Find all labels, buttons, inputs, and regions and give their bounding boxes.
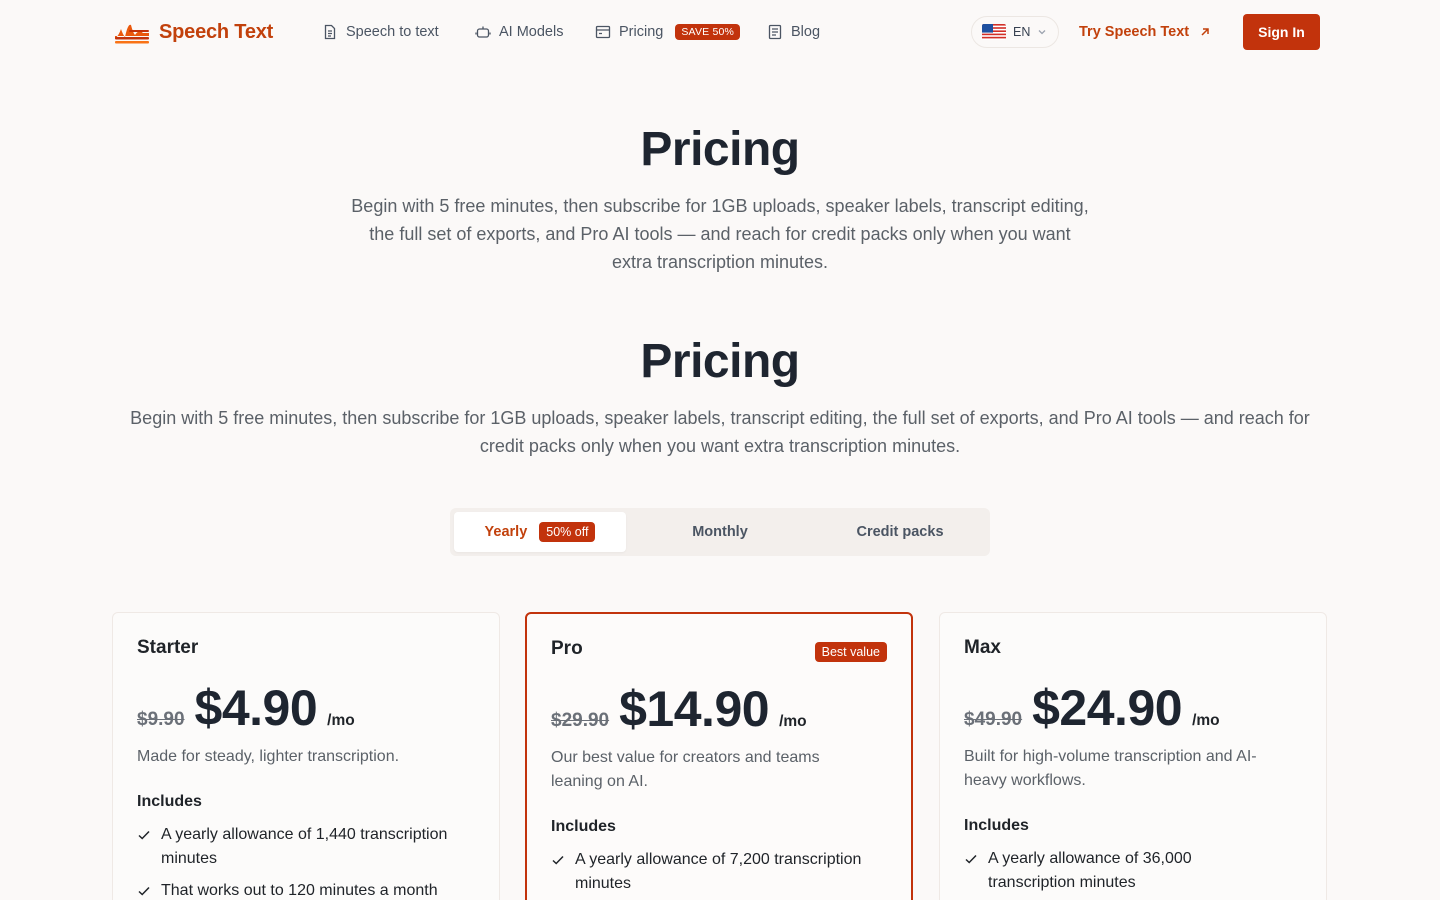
current-price: $4.90	[194, 680, 318, 736]
hero-subtitle-line: the full set of exports, and Pro AI tool…	[369, 224, 1071, 244]
original-price: $49.90	[964, 709, 1023, 730]
nav-link-label: Pricing	[619, 24, 664, 40]
logo[interactable]: Speech Text	[113, 18, 273, 46]
blog-icon	[768, 24, 782, 40]
nav-link-label: Blog	[791, 24, 821, 40]
includes-heading: Includes	[551, 818, 616, 835]
plan-card-max: Max $49.90 $24.90 /mo Built for high-vol…	[939, 612, 1327, 900]
current-price: $14.90	[619, 681, 770, 737]
plan-name: Max	[964, 637, 1001, 658]
plan-description: Built for high-volume transcription and …	[964, 745, 1302, 793]
feature-item: That works out to 120 minutes a month	[137, 879, 475, 900]
nav-blog[interactable]: Blog	[767, 20, 820, 44]
language-selector[interactable]: EN	[971, 16, 1059, 48]
price-period: /mo	[779, 713, 807, 730]
hero-title: Pricing	[640, 123, 800, 176]
current-price: $24.90	[1032, 680, 1183, 736]
price-period: /mo	[1192, 712, 1220, 729]
nav-ai-models[interactable]: AI Models	[475, 20, 563, 44]
tab-yearly[interactable]: Yearly 50% off	[454, 512, 626, 552]
pricing-icon	[595, 25, 611, 39]
brand-name: Speech Text	[159, 20, 274, 43]
feature-text: A yearly allowance of 7,200 transcriptio…	[575, 851, 862, 868]
section-title: Pricing	[640, 335, 800, 388]
plan-name: Starter	[137, 637, 199, 658]
us-flag-icon	[982, 24, 1006, 40]
original-price: $9.90	[137, 709, 185, 730]
feature-text: A yearly allowance of 36,000	[988, 850, 1192, 867]
discount-badge: 50% off	[539, 522, 596, 542]
top-navigation: Speech Text Speech to text AI Models Pri…	[0, 0, 1440, 64]
hero-subtitle: Begin with 5 free minutes, then subscrib…	[320, 192, 1120, 276]
tab-label: Yearly	[484, 524, 528, 540]
feature-text: transcription minutes	[988, 874, 1136, 891]
price-row: $29.90 $14.90 /mo	[551, 680, 887, 737]
check-icon	[138, 886, 150, 896]
try-speech-text-link[interactable]: Try Speech Text	[1079, 20, 1211, 44]
hero-subtitle-line: extra transcription minutes.	[611, 252, 829, 272]
sign-in-button[interactable]: Sign In	[1243, 14, 1320, 50]
tab-credit-packs[interactable]: Credit packs	[814, 512, 986, 552]
plan-description: Our best value for creators and teams le…	[551, 746, 887, 794]
feature-text: A yearly allowance of 1,440 transcriptio…	[161, 826, 448, 843]
price-row: $49.90 $24.90 /mo	[964, 679, 1302, 736]
tab-monthly[interactable]: Monthly	[634, 512, 806, 552]
section-subtitle-line: Begin with 5 free minutes, then subscrib…	[130, 408, 1310, 428]
nav-link-label: AI Models	[499, 24, 564, 40]
feature-item: A yearly allowance of 36,000 transcripti…	[964, 847, 1302, 895]
save-badge: SAVE 50%	[675, 24, 741, 40]
plan-description-line: Built for high-volume transcription and …	[964, 748, 1257, 765]
check-icon	[138, 830, 150, 840]
document-icon	[324, 24, 336, 40]
hero-subtitle-line: Begin with 5 free minutes, then subscrib…	[351, 196, 1089, 216]
external-arrow-icon	[1201, 28, 1209, 36]
robot-icon	[475, 26, 491, 38]
chevron-down-icon	[1038, 30, 1046, 35]
logo-icon	[115, 24, 149, 44]
feature-text: minutes	[161, 850, 218, 867]
section-subtitle: Begin with 5 free minutes, then subscrib…	[100, 404, 1340, 460]
billing-tabs: Yearly 50% off Monthly Credit packs	[450, 508, 990, 556]
try-label: Try Speech Text	[1079, 24, 1190, 40]
feature-item: A yearly allowance of 1,440 transcriptio…	[137, 823, 475, 871]
plan-description-line: Made for steady, lighter transcription.	[137, 748, 400, 765]
nav-speech-to-text[interactable]: Speech to text	[322, 20, 439, 44]
plan-card-starter: Starter $9.90 $4.90 /mo Made for steady,…	[112, 612, 500, 900]
best-value-badge: Best value	[814, 642, 887, 662]
nav-pricing[interactable]: Pricing SAVE 50%	[595, 20, 741, 44]
price-row: $9.90 $4.90 /mo	[137, 679, 475, 736]
price-period: /mo	[327, 712, 355, 729]
nav-link-label: Speech to text	[346, 24, 439, 40]
feature-text: minutes	[575, 875, 632, 892]
includes-heading: Includes	[964, 817, 1029, 834]
check-icon	[552, 855, 564, 865]
includes-heading: Includes	[137, 793, 202, 810]
original-price: $29.90	[551, 710, 610, 731]
plan-description-line: leaning on AI.	[551, 773, 648, 790]
feature-text: That works out to 120 minutes a month	[161, 882, 438, 899]
check-icon	[965, 854, 977, 864]
section-subtitle-line: credit packs only when you want extra tr…	[479, 436, 961, 456]
plan-description-line: heavy workflows.	[964, 772, 1086, 789]
plan-card-pro: Pro Best value $29.90 $14.90 /mo Our bes…	[525, 612, 913, 900]
feature-item: A yearly allowance of 7,200 transcriptio…	[551, 848, 887, 896]
plan-description-line: Our best value for creators and teams	[551, 749, 820, 766]
plan-description: Made for steady, lighter transcription.	[137, 745, 475, 769]
language-code: EN	[1013, 25, 1031, 39]
